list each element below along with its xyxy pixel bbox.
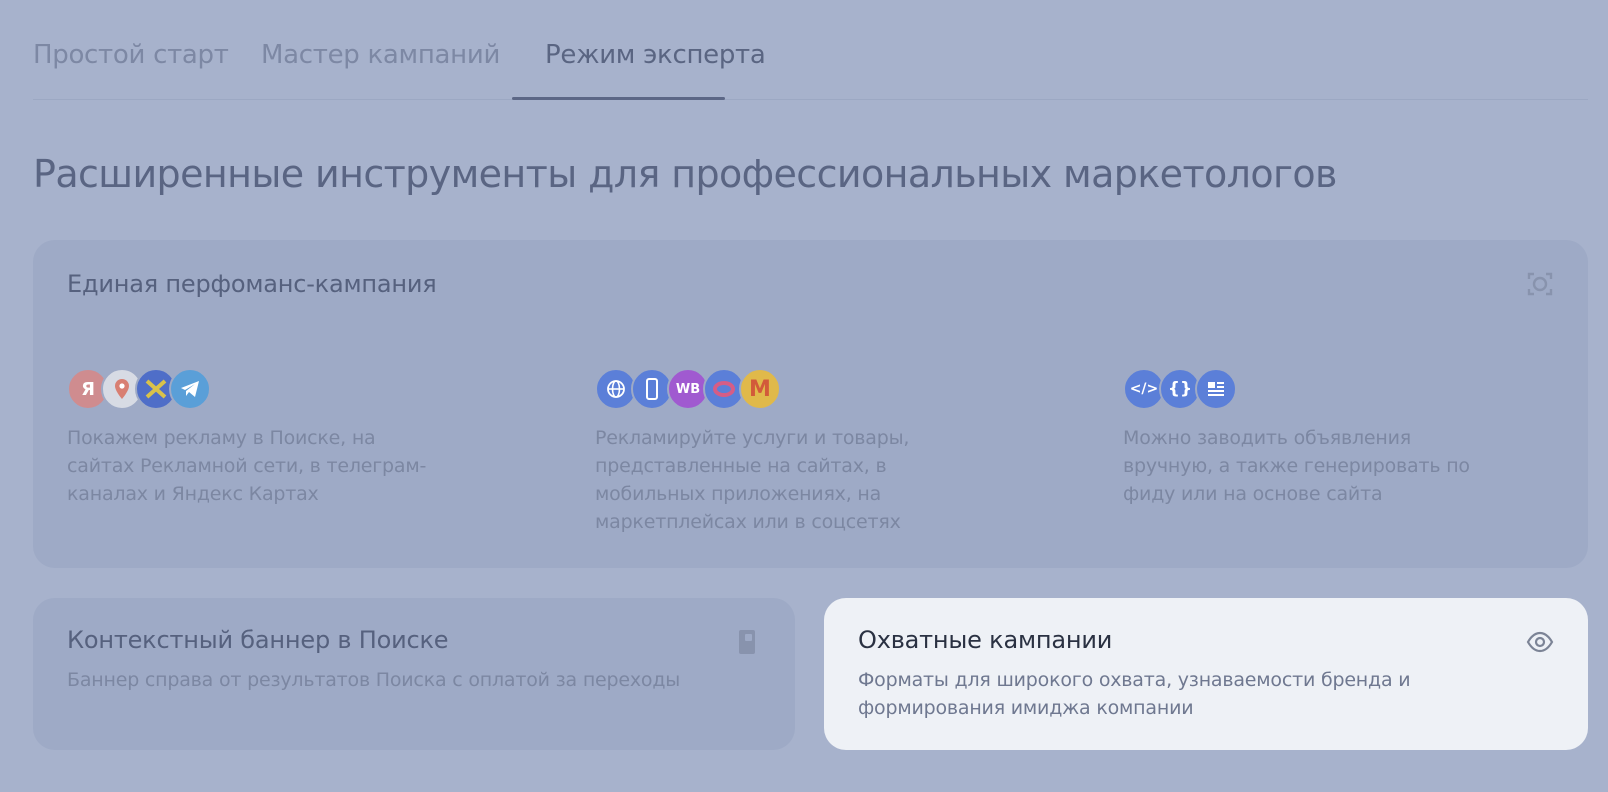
active-tab-indicator (512, 97, 725, 100)
focus-icon (1527, 272, 1553, 296)
card-title: Охватные кампании (858, 626, 1113, 654)
market-icon: M (739, 368, 781, 410)
page-title: Расширенные инструменты для профессионал… (33, 152, 1337, 196)
telegram-icon (169, 368, 211, 410)
placement-icons: Я (67, 368, 527, 412)
perf-ads-text: Можно заводить объявления вручную, а так… (1123, 427, 1470, 505)
tabs-bar: Простой старт Мастер кампаний Режим эксп… (33, 0, 1588, 100)
tab-expert-mode[interactable]: Режим эксперта (545, 40, 766, 70)
card-description: Баннер справа от результатов Поиска с оп… (67, 669, 681, 691)
tab-simple-start[interactable]: Простой старт (33, 40, 229, 70)
perf-column-products: WB M Рекламируйте услуги и товары, предс… (595, 368, 1055, 536)
perf-campaign-card[interactable]: Единая перфоманс-кампания Я Покажем рекл… (33, 240, 1588, 568)
perf-placements-text: Покажем рекламу в Поиске, на сайтах Рекл… (67, 427, 427, 505)
reach-campaigns-card[interactable]: Охватные кампании Форматы для широкого о… (824, 598, 1588, 750)
tab-campaign-master[interactable]: Мастер кампаний (261, 40, 500, 70)
ad-source-icons: </> {} (1123, 368, 1583, 412)
product-icons: WB M (595, 368, 1055, 412)
banner-icon (739, 630, 755, 654)
card-title: Контекстный баннер в Поиске (67, 626, 449, 654)
feed-icon (1195, 368, 1237, 410)
context-banner-card[interactable]: Контекстный баннер в Поиске Баннер справ… (33, 598, 795, 750)
perf-column-ads: </> {} Можно заводить объявления вручную… (1123, 368, 1583, 508)
card-description: Форматы для широкого охвата, узнаваемост… (858, 669, 1411, 719)
perf-products-text: Рекламируйте услуги и товары, представле… (595, 427, 910, 533)
card-title: Единая перфоманс-кампания (67, 270, 437, 298)
perf-column-placements: Я Покажем рекламу в Поиске, на сайтах Ре… (67, 368, 527, 508)
eye-icon (1526, 631, 1554, 653)
